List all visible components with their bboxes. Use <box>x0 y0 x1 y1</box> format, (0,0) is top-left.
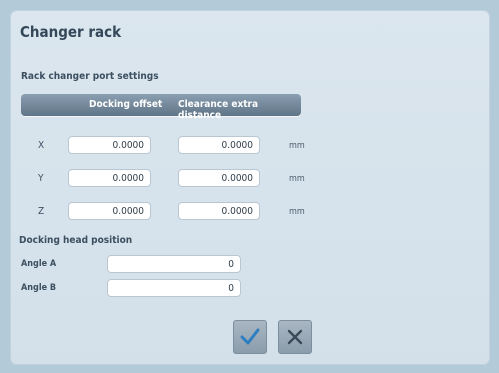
dialog-title: Changer rack <box>20 23 122 41</box>
changer-rack-dialog: Changer rack Rack changer port settings … <box>10 10 490 365</box>
angle-a-label: Angle A <box>21 259 57 269</box>
docking-offset-z-input[interactable]: 0.0000 <box>68 202 151 220</box>
close-icon <box>287 329 303 345</box>
unit-label-x: mm <box>289 141 305 151</box>
axis-label-y: Y <box>38 173 44 184</box>
unit-label-z: mm <box>289 207 305 217</box>
unit-label-y: mm <box>289 174 305 184</box>
axis-label-x: X <box>38 140 45 151</box>
docking-offset-x-input[interactable]: 0.0000 <box>68 136 151 154</box>
clearance-x-input[interactable]: 0.0000 <box>178 136 260 154</box>
angle-b-input[interactable]: 0 <box>107 279 241 297</box>
docking-head-section-label: Docking head position <box>19 235 133 246</box>
column-header-clearance-extra-distance: Clearance extra distance <box>178 99 259 121</box>
confirm-button[interactable] <box>233 320 267 354</box>
clearance-z-input[interactable]: 0.0000 <box>178 202 260 220</box>
axis-label-z: Z <box>38 206 45 217</box>
angle-b-label: Angle B <box>21 283 57 293</box>
checkmark-icon <box>240 328 260 345</box>
clearance-y-input[interactable]: 0.0000 <box>178 169 260 187</box>
angle-a-input[interactable]: 0 <box>107 255 241 273</box>
rack-settings-section-label: Rack changer port settings <box>21 71 159 82</box>
column-header-docking-offset: Docking offset <box>89 99 163 110</box>
docking-offset-y-input[interactable]: 0.0000 <box>68 169 151 187</box>
column-header-bar: Docking offset Clearance extra distance <box>21 94 301 121</box>
cancel-button[interactable] <box>278 320 312 354</box>
